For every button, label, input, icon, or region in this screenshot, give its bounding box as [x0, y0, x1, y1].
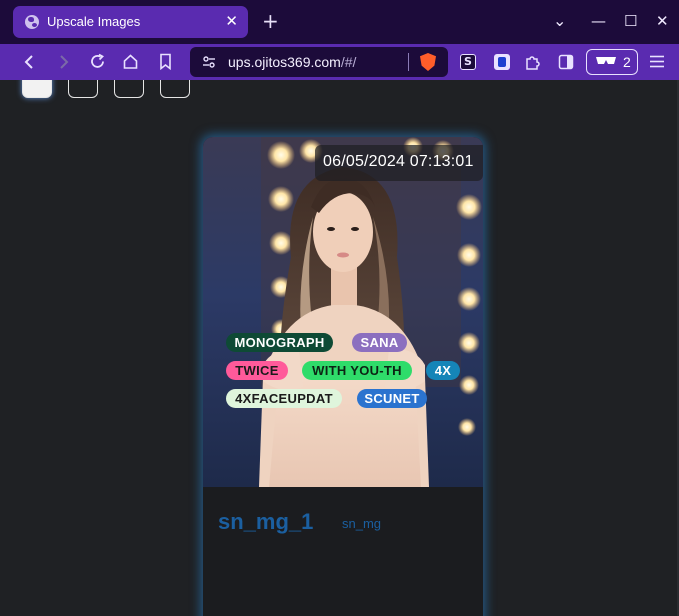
private-window-button[interactable]: 2 — [586, 49, 638, 75]
forward-icon[interactable] — [56, 54, 70, 70]
browser-tab-active[interactable]: Upscale Images ✕ — [13, 6, 248, 38]
home-icon[interactable] — [122, 53, 139, 70]
tag-with-you-th[interactable]: WITH YOU-TH — [302, 361, 412, 380]
back-icon[interactable] — [23, 54, 37, 70]
tag-4x[interactable]: 4X — [426, 361, 460, 380]
tag-scunet[interactable]: SCUNET — [357, 389, 427, 408]
url-text[interactable]: ups.ojitos369.com/#/ — [228, 54, 356, 70]
card-photo[interactable]: 06/05/2024 07:13:01 — [203, 137, 483, 487]
sidebar-icon[interactable] — [558, 54, 574, 70]
maximize-icon[interactable]: ☐ — [624, 12, 637, 30]
page-viewport: 06/05/2024 07:13:01 sn_mg_1 sn_mg MONOGR… — [0, 80, 679, 616]
address-bar[interactable]: ups.ojitos369.com/#/ — [190, 47, 448, 77]
new-tab-button[interactable]: + — [262, 10, 279, 32]
globe-icon — [25, 15, 39, 29]
image-card[interactable]: 06/05/2024 07:13:01 sn_mg_1 sn_mg MONOGR… — [203, 137, 483, 616]
extension-bitwarden-icon[interactable] — [494, 54, 510, 70]
reload-icon[interactable] — [89, 53, 106, 70]
tab-title: Upscale Images — [47, 14, 141, 29]
extension-s-icon[interactable]: S — [460, 54, 476, 70]
view-button-1[interactable] — [22, 80, 52, 98]
minimize-icon[interactable]: — — [591, 12, 606, 30]
portrait-image — [203, 137, 483, 487]
bookmark-icon[interactable] — [158, 53, 173, 70]
card-body: sn_mg_1 sn_mg MONOGRAPH SANA TWICE WITH … — [203, 333, 483, 616]
card-subtitle: sn_mg — [342, 516, 382, 531]
close-window-icon[interactable]: ✕ — [656, 12, 669, 30]
tab-list-icon[interactable]: ⌄ — [553, 12, 566, 30]
view-button-2[interactable] — [68, 80, 98, 98]
private-count: 2 — [623, 54, 631, 70]
date-text: 06/05/2024 07:13:01 — [323, 153, 474, 170]
tag-twice[interactable]: TWICE — [226, 361, 288, 380]
brave-shields-icon[interactable] — [420, 53, 436, 71]
extensions-puzzle-icon[interactable] — [524, 53, 542, 71]
site-info-icon[interactable] — [202, 55, 216, 69]
tag-sana[interactable]: SANA — [352, 333, 407, 352]
card-title: sn_mg_1 — [218, 509, 314, 534]
tab-close-icon[interactable]: ✕ — [225, 12, 238, 30]
view-button-3[interactable] — [114, 80, 144, 98]
tag-monograph[interactable]: MONOGRAPH — [226, 333, 333, 352]
private-glasses-icon — [596, 57, 616, 64]
browser-toolbar: ups.ojitos369.com/#/ S 2 — [0, 44, 679, 80]
tag-4xfaceupdat[interactable]: 4XFACEUPDAT — [226, 389, 342, 408]
browser-titlebar: Upscale Images ✕ + ⌄ — ☐ ✕ — [0, 0, 679, 44]
menu-icon[interactable] — [650, 55, 664, 68]
view-button-4[interactable] — [160, 80, 190, 98]
url-divider — [408, 53, 409, 71]
date-badge: 06/05/2024 07:13:01 — [315, 145, 483, 181]
